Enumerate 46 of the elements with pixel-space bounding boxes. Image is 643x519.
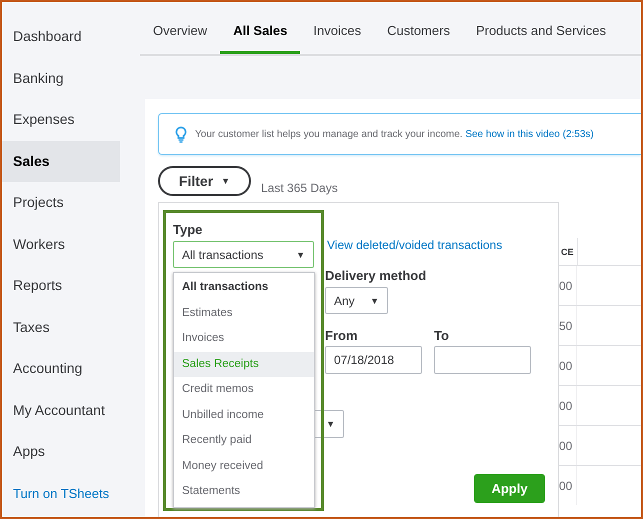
lightbulb-icon (175, 126, 187, 142)
sidebar-item[interactable]: Accounting (2, 348, 120, 390)
type-select[interactable]: All transactions ▼ (173, 241, 314, 268)
tab[interactable]: Customers (374, 16, 463, 54)
banner-text: Your customer list helps you manage and track your income. See how in this video (2:53s) (195, 128, 594, 140)
dropdown-option[interactable]: Unbilled income (174, 402, 314, 428)
sidebar-item[interactable]: Sales (2, 140, 120, 182)
tab[interactable]: Invoices (300, 16, 374, 54)
dropdown-option[interactable]: Estimates (174, 300, 314, 326)
dropdown-option[interactable]: Statements (174, 479, 314, 504)
tab[interactable]: All Sales (220, 16, 300, 54)
deleted-transactions-link[interactable]: View deleted/voided transactions (327, 238, 558, 252)
type-label: Type (173, 222, 204, 237)
sidebar-item[interactable]: Workers (2, 224, 120, 265)
table-cell: 00 (559, 358, 572, 372)
from-label: From (325, 328, 358, 343)
sidebar-item[interactable]: Expenses (2, 99, 120, 140)
delivery-method-label: Delivery method (325, 268, 428, 283)
to-date-field[interactable] (434, 346, 531, 374)
filter-button[interactable]: Filter ▼ (158, 166, 251, 196)
column-header: CE (559, 238, 578, 265)
delivery-method-select[interactable]: Any ▼ (325, 287, 388, 314)
video-link[interactable]: See how in this video (2:53s) (465, 128, 594, 140)
dropdown-option[interactable]: All transactions (174, 275, 314, 300)
dropdown-option[interactable]: Money received (174, 454, 314, 479)
dropdown-option[interactable]: Credit memos (174, 377, 314, 402)
table-cell: 50 (559, 318, 572, 332)
to-label: To (434, 328, 450, 343)
date-range-label: Last 365 Days (261, 181, 338, 195)
table-cell: 00 (559, 438, 572, 452)
table-cell: 00 (559, 398, 572, 412)
sidebar-item[interactable]: Dashboard (2, 16, 120, 58)
tab[interactable]: Overview (140, 16, 220, 54)
sidebar-link[interactable]: Turn on TSheets (2, 472, 120, 514)
sidebar-item[interactable]: My Accountant (2, 390, 120, 431)
table-cell: 00 (559, 478, 572, 492)
sidebar-item[interactable]: Taxes (2, 306, 120, 348)
dropdown-option[interactable]: Invoices (174, 326, 314, 352)
from-date-field[interactable]: 07/18/2018 (325, 346, 422, 374)
tab[interactable]: Products and Services (462, 16, 620, 54)
dropdown-option[interactable]: Recently paid (174, 428, 314, 454)
sidebar-item[interactable]: Apps (2, 431, 120, 472)
sidebar-item[interactable]: Reports (2, 265, 120, 306)
table-cell: 00 (559, 278, 572, 292)
sidebar-item[interactable]: Banking (2, 58, 120, 99)
sidebar-item[interactable]: Projects (2, 182, 120, 224)
